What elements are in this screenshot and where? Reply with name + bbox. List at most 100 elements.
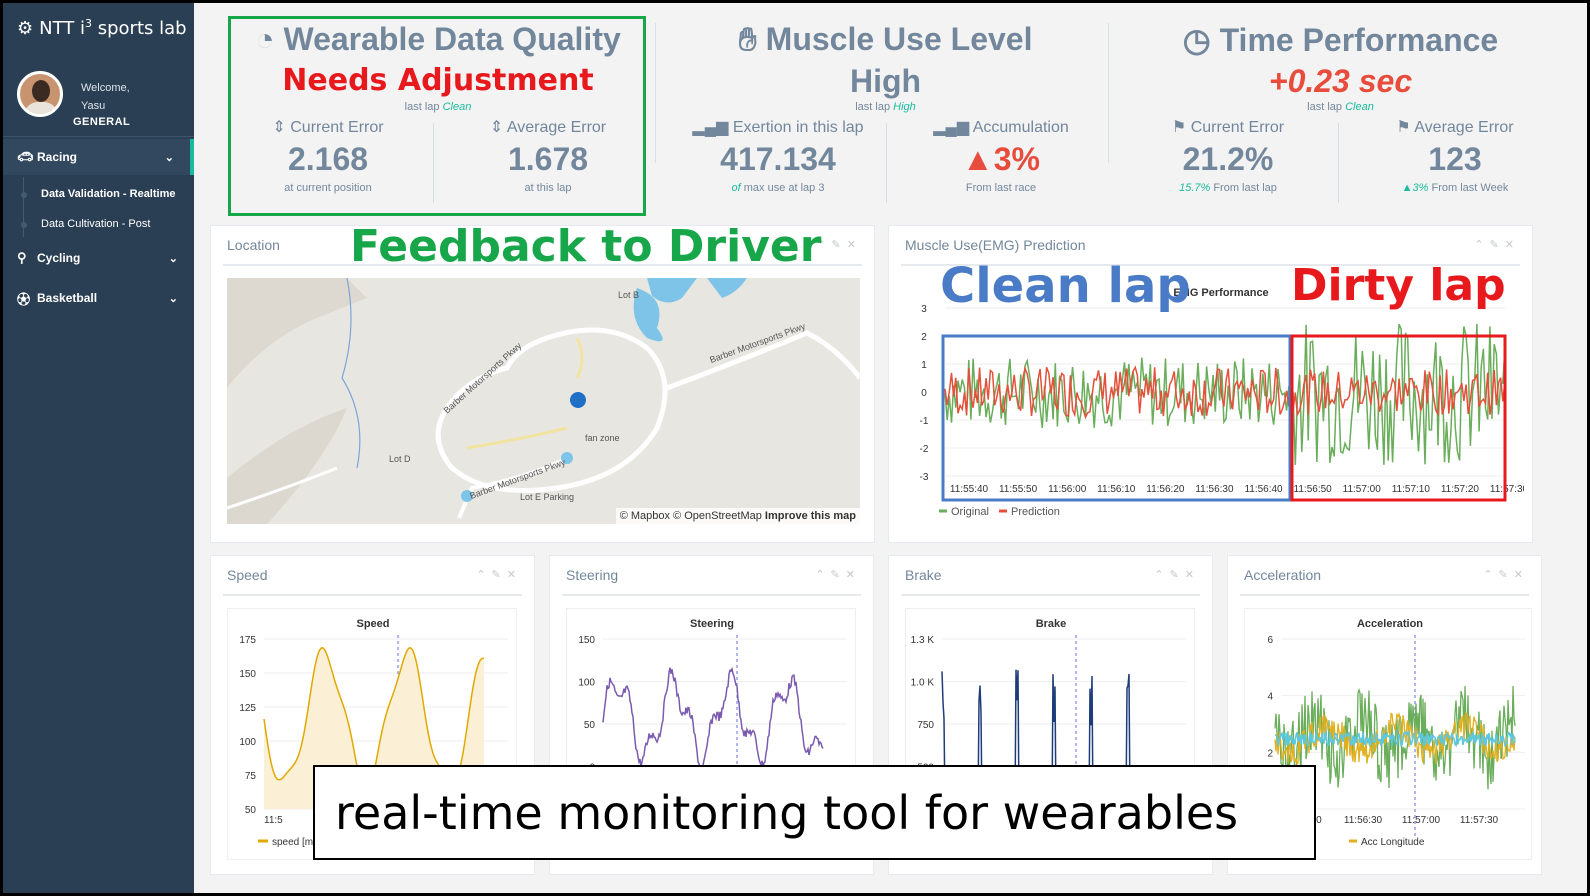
hand-icon: ✋︎ — [738, 21, 757, 57]
y-tick-label: -1 — [920, 416, 929, 427]
legend-original: Original — [951, 506, 989, 518]
panel-tools[interactable]: ⌃✎✕ — [1154, 568, 1200, 581]
chevron-down-icon: ⌄ — [168, 252, 178, 265]
chart-title: Acceleration — [1357, 618, 1423, 630]
panel-tools[interactable]: ⌃✎✕ — [476, 568, 522, 581]
map-label-lot-d: Lot D — [389, 454, 411, 464]
brand[interactable]: ⚙ NTT i3 sports lab — [17, 17, 187, 39]
x-tick-label: 11:57:30 — [1460, 815, 1499, 826]
panel-location: Location ⌃✎✕ Lot B Lot D Lot E Parking f… — [210, 225, 875, 543]
sidebar: ⚙ NTT i3 sports lab Welcome, Yasu GENERA… — [3, 3, 194, 893]
y-tick-label: 3 — [921, 304, 927, 315]
annotation-feedback: Feedback to Driver — [350, 221, 822, 272]
panel-tools[interactable]: ⌃✎✕ — [1474, 238, 1520, 251]
steering-line — [602, 666, 824, 772]
x-tick-label: 11:57:00 — [1343, 484, 1382, 495]
stat-time-current-error: ⚑ Current Error 21.2% 15.7% From last la… — [1171, 119, 1285, 194]
map-label-fan-zone: fan zone — [585, 433, 620, 443]
map-label-lot-e: Lot E Parking — [520, 492, 575, 502]
legend-acc-longitude: Acc Longitude — [1361, 837, 1425, 848]
chart-title: Speed — [356, 618, 389, 630]
y-tick-label: -2 — [920, 444, 929, 455]
annotation-clean-lap: Clean lap — [940, 258, 1191, 314]
y-tick-label: 1.0 K — [911, 678, 935, 689]
caption-banner: real-time monitoring tool for wearables — [313, 765, 1316, 860]
clean-lap-box — [941, 334, 1292, 502]
sidebar-subitem-data-cultivation[interactable]: Data Cultivation - Post — [41, 218, 150, 230]
x-tick-label: 11:56:00 — [1048, 484, 1087, 495]
x-tick-label: 11:57:10 — [1392, 484, 1431, 495]
y-tick-label: 50 — [584, 720, 596, 731]
stat-time-average-error: ⚑ Average Error 123 ▲3% From last Week — [1396, 119, 1514, 194]
caret-up-icon: ▲ — [1401, 182, 1413, 194]
sidebar-item-racing[interactable]: 🚗︎ Racing ⌄ — [3, 139, 194, 175]
panel-title: Steering — [566, 567, 619, 583]
flag-icon: ⚑ — [1171, 119, 1187, 136]
y-tick-label: 4 — [1267, 692, 1273, 703]
chart-title: Brake — [1036, 618, 1067, 630]
highlight-box — [228, 16, 646, 216]
map-attribution[interactable]: © Mapbox © OpenStreetMap Improve this ma… — [615, 508, 860, 524]
y-tick-label: 6 — [1267, 635, 1273, 646]
y-tick-label: 75 — [245, 771, 257, 782]
car-icon: 🚗︎ — [17, 149, 34, 164]
x-tick-label: 11:57:20 — [1441, 484, 1480, 495]
basketball-icon: ⚽︎ — [17, 291, 31, 307]
panel-title: Speed — [227, 567, 268, 583]
panel-title: Acceleration — [1244, 567, 1322, 583]
avatar[interactable] — [17, 71, 63, 117]
stat-exertion: ▂▄▆ Exertion in this lap 417.134 of max … — [692, 119, 864, 194]
chevron-down-icon: ⌄ — [164, 151, 174, 164]
gears-icon: ⚙ — [17, 17, 34, 39]
section-title: GENERAL — [73, 116, 131, 128]
y-tick-label: 100 — [239, 737, 256, 748]
x-tick-label: 11:56:40 — [1244, 484, 1283, 495]
stat-accumulation: ▂▄▆ Accumulation ▲3% From last race — [933, 119, 1069, 194]
y-tick-label: 2 — [921, 332, 927, 343]
x-tick-label: 11:56:10 — [1097, 484, 1136, 495]
panel-tools[interactable]: ⌃✎✕ — [1483, 568, 1529, 581]
dashboard-frame: ⚙ NTT i3 sports lab Welcome, Yasu GENERA… — [3, 3, 1587, 893]
kpi-muscle-use: ✋︎ Muscle Use Level High last lap High ▂… — [663, 3, 1108, 213]
panel-tools[interactable]: ⌃✎✕ — [815, 568, 861, 581]
muscle-status: High — [849, 63, 922, 99]
sidebar-subitem-data-validation[interactable]: Data Validation - Realtime — [41, 188, 175, 200]
x-tick-label: 11:55:40 — [950, 484, 989, 495]
y-tick-label: 125 — [239, 703, 256, 714]
map[interactable]: Lot B Lot D Lot E Parking fan zone Barbe… — [227, 278, 860, 524]
y-tick-label: 1 — [921, 360, 927, 371]
sidebar-item-basketball[interactable]: ⚽︎ Basketball ⌄ — [3, 283, 194, 313]
user-name: Yasu — [81, 100, 106, 112]
x-tick-label: 11:56:30 — [1195, 484, 1234, 495]
x-tick-label: 11:55:50 — [999, 484, 1038, 495]
x-tick-label: 11:56:50 — [1294, 484, 1333, 495]
y-tick-label: 2 — [1267, 748, 1273, 759]
kpi-time-performance: ◷ Time Performance +0.23 sec last lap Cl… — [1113, 3, 1568, 213]
panel-tools[interactable]: ⌃✎✕ — [816, 238, 862, 251]
clock-icon: ◷ — [1182, 22, 1211, 58]
panel-title: Muscle Use(EMG) Prediction — [905, 237, 1086, 253]
time-status: +0.23 sec — [1268, 63, 1413, 99]
caret-up-icon: ▲ — [962, 141, 994, 177]
welcome-text: Welcome, Yasu — [81, 79, 130, 115]
x-tick-label: 11:56:30 — [1344, 815, 1383, 826]
y-tick-label: 175 — [239, 635, 256, 646]
flag-icon: ⚑ — [1396, 119, 1411, 136]
legend-prediction: Prediction — [1011, 506, 1060, 518]
legend-speed: speed [m — [272, 837, 313, 848]
y-tick-label: 750 — [917, 720, 934, 731]
panel-title: Location — [227, 237, 280, 253]
annotation-dirty-lap: Dirty lap — [1291, 260, 1506, 311]
y-tick-label: 1.3 K — [911, 635, 935, 646]
x-tick-label: 11:57:00 — [1402, 815, 1441, 826]
y-tick-label: 150 — [578, 635, 595, 646]
x-tick-label: 11:56:20 — [1146, 484, 1185, 495]
sidebar-item-cycling[interactable]: ⚲ Cycling ⌄ — [3, 243, 194, 273]
x-tick-label: 11:57:30 — [1490, 484, 1524, 495]
y-tick-label: -3 — [920, 472, 929, 483]
bicycle-icon: ⚲ — [17, 250, 27, 265]
chart-title: Steering — [690, 618, 734, 630]
y-tick-label: 150 — [239, 669, 256, 680]
y-tick-label: 0 — [921, 388, 927, 399]
y-tick-label: 50 — [245, 805, 257, 816]
